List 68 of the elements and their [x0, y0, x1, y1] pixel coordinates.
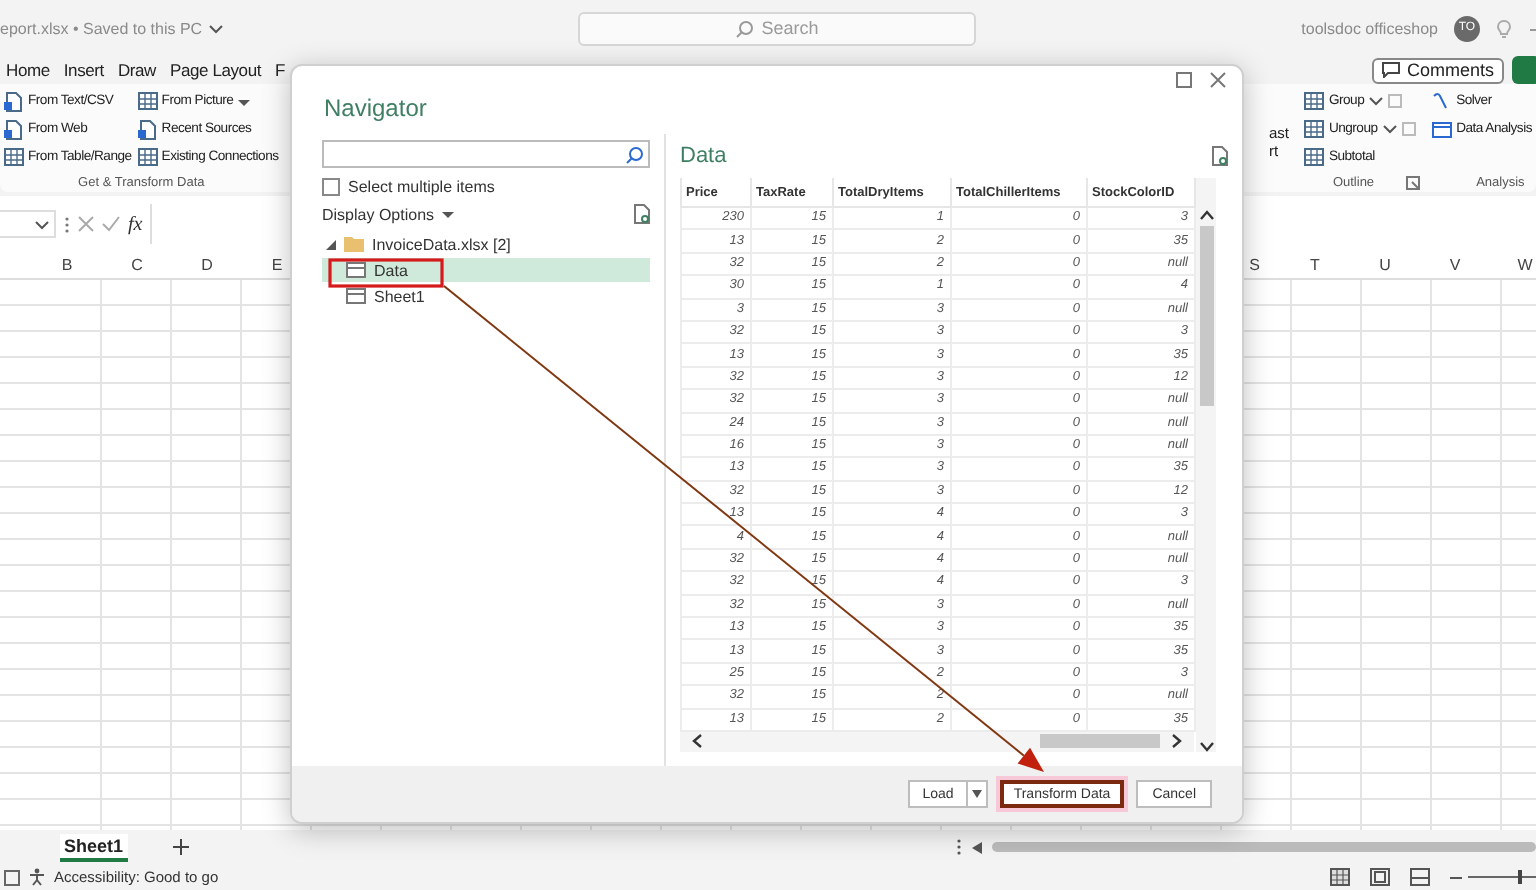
sheet-tab[interactable]: Sheet1 [60, 833, 128, 861]
highlight-frame [328, 258, 444, 288]
accessibility-icon[interactable] [28, 868, 46, 886]
scroll-left-icon[interactable] [972, 841, 982, 853]
column-header[interactable]: C [102, 252, 172, 278]
column-header[interactable]: U [1350, 252, 1420, 278]
comment-icon [1382, 62, 1401, 78]
solver-icon [1432, 91, 1453, 111]
scroll-right-icon[interactable] [1172, 734, 1182, 749]
document-icon [137, 119, 158, 139]
tree-item[interactable]: InvoiceData.xlsx [2] [322, 232, 650, 256]
table-icon [1304, 91, 1325, 111]
scroll-up-icon[interactable] [1199, 210, 1213, 220]
share-button[interactable] [1512, 56, 1536, 84]
user-name: toolsdoc officeshop [1301, 19, 1438, 37]
column-header[interactable]: W [1490, 252, 1536, 278]
search-icon[interactable] [626, 145, 644, 163]
ribbon-tab[interactable]: Insert [63, 60, 104, 80]
column-header[interactable]: V [1420, 252, 1490, 278]
table-icon [137, 147, 158, 167]
table-icon [137, 91, 158, 111]
more-icon[interactable] [956, 838, 962, 856]
tree-item[interactable]: Sheet1 [322, 284, 650, 308]
scrollbar-thumb[interactable] [1040, 734, 1160, 749]
scroll-down-icon[interactable] [1199, 741, 1213, 752]
caret-icon[interactable] [34, 217, 50, 231]
name-box[interactable] [0, 210, 56, 238]
column-header[interactable]: D [172, 252, 242, 278]
caret-icon[interactable] [208, 21, 225, 35]
display-options-button[interactable]: Display Options [322, 205, 455, 223]
more-icon [64, 215, 70, 233]
sheet-icon [346, 288, 366, 304]
file-title: eport.xlsx • Saved to this PC [0, 19, 203, 37]
scrollbar-thumb[interactable] [1199, 226, 1213, 406]
ribbon-tab[interactable]: Draw [117, 60, 156, 80]
scroll-left-icon[interactable] [692, 734, 702, 749]
sheet-icon [346, 262, 366, 278]
search-icon [735, 19, 754, 37]
macro-icon[interactable] [4, 869, 20, 885]
ribbon-tab[interactable]: Home [6, 60, 50, 80]
search-field[interactable] [322, 140, 650, 168]
page-break-icon[interactable] [1410, 868, 1430, 886]
maximize-icon[interactable] [1176, 72, 1192, 88]
ribbon-tab[interactable]: F [275, 60, 286, 80]
ribbon-tab[interactable]: Page Layout [169, 60, 262, 80]
caret-icon [237, 95, 250, 107]
page-layout-icon[interactable] [1370, 868, 1390, 886]
checkbox-label: Select multiple items [348, 177, 495, 195]
comments-button[interactable]: Comments [1372, 57, 1504, 83]
preview-title: Data [680, 144, 727, 168]
function-button[interactable]: fx [128, 213, 143, 235]
checkbox[interactable] [322, 177, 340, 195]
close-icon[interactable] [1210, 72, 1226, 88]
normal-view-icon[interactable] [1330, 868, 1350, 886]
caret-icon [971, 790, 982, 798]
zoom-out-icon[interactable] [1450, 871, 1462, 883]
dialog-title: Navigator [324, 94, 427, 126]
tree-item[interactable]: Data [322, 258, 650, 282]
table-icon [1304, 147, 1325, 167]
add-sheet-icon[interactable] [171, 838, 190, 856]
check-icon[interactable] [102, 216, 120, 232]
launcher-icon[interactable] [1406, 176, 1421, 190]
column-header[interactable]: T [1280, 252, 1350, 278]
scrollbar-thumb[interactable] [992, 842, 1536, 852]
table-icon [1304, 119, 1325, 139]
column-header[interactable]: B [32, 252, 102, 278]
dropdown-button[interactable] [967, 780, 988, 808]
caret-icon [442, 208, 455, 220]
